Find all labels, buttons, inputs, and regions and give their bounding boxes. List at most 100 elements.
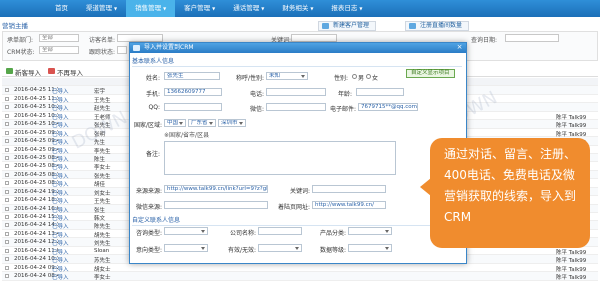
- row-checkbox[interactable]: [5, 274, 9, 279]
- site-input[interactable]: http://www.talk99.cn/: [312, 201, 386, 209]
- row-checkbox[interactable]: [5, 96, 9, 101]
- custom-select-5[interactable]: [258, 244, 302, 252]
- gender-male-radio[interactable]: [352, 74, 357, 79]
- row-checkbox[interactable]: [5, 265, 9, 270]
- custom-label-5: 有效/无效:: [227, 247, 256, 254]
- chevron-down-icon: ▼: [261, 6, 265, 11]
- nav-item-6[interactable]: 报表日志 ▼: [322, 0, 371, 17]
- row-checkbox[interactable]: [5, 164, 9, 169]
- mobile-input[interactable]: 13662609777: [164, 88, 222, 96]
- visitor-input[interactable]: [117, 34, 163, 42]
- nav-item-1[interactable]: 渠道管理 ▼: [77, 0, 126, 17]
- nav-item-2[interactable]: 销售管理 ▼: [126, 0, 176, 17]
- region-hint: ※国家/省市/区县: [164, 132, 210, 139]
- row-checkbox[interactable]: [5, 113, 9, 118]
- row-checkbox[interactable]: [5, 248, 9, 253]
- age-input[interactable]: [356, 88, 404, 96]
- row-checkbox[interactable]: [5, 215, 9, 219]
- city-select[interactable]: 深圳市: [218, 119, 246, 127]
- row-checkbox[interactable]: [5, 223, 9, 228]
- nav-item-label: 报表日志: [331, 4, 358, 12]
- not-import-button[interactable]: 不再导入: [48, 67, 83, 77]
- cell-r3: 陈平 Talk99: [556, 275, 587, 282]
- qq-input[interactable]: [164, 103, 222, 111]
- row-checkbox[interactable]: [5, 231, 9, 236]
- search-label-crm: CRM状态:: [7, 49, 35, 56]
- row-checkbox[interactable]: [5, 257, 9, 262]
- custom-select-1[interactable]: [164, 227, 208, 235]
- row-checkbox[interactable]: [5, 105, 9, 110]
- nav-item-4[interactable]: 通话管理 ▼: [224, 0, 273, 17]
- custom-input-2[interactable]: [258, 227, 302, 235]
- dept-select[interactable]: 全部: [39, 34, 79, 42]
- callout-pointer: [420, 178, 431, 196]
- wechat-input[interactable]: [266, 103, 326, 111]
- country-select[interactable]: 中国: [164, 119, 186, 127]
- nav-item-5[interactable]: 财务相关 ▼: [273, 0, 322, 17]
- row-checkbox[interactable]: [5, 172, 9, 177]
- table-row[interactable]: 2016-04-24 09:2 已导入 胡女士 陈平 Talk99: [2, 264, 598, 273]
- nav-item-label: 通话管理: [233, 4, 260, 12]
- row-checkbox[interactable]: [5, 155, 9, 160]
- nav-item-label: 首页: [55, 4, 68, 12]
- source-label: 来源来源:: [135, 188, 162, 195]
- track-status-select[interactable]: [117, 46, 127, 54]
- age-label: 年龄:: [337, 91, 352, 98]
- callout-text: 通过对话、留言、注册、400电话、免费电话及微营销获取的线索，导入到CRM: [444, 147, 577, 224]
- mobile-label: 手机:: [145, 91, 160, 98]
- source-input[interactable]: http://www.talk99.cn/link?url=9?z?gb0sj: [164, 185, 268, 193]
- custom-label-4: 意向类型:: [135, 247, 162, 254]
- wx-source-input[interactable]: [164, 201, 268, 209]
- row-checkbox[interactable]: [5, 139, 9, 144]
- name-input[interactable]: 张先生: [164, 72, 220, 80]
- nav-item-0[interactable]: 首页: [46, 0, 77, 17]
- phone-input[interactable]: [266, 88, 326, 96]
- cancel-icon: [48, 68, 55, 74]
- keyword-input[interactable]: [291, 34, 337, 42]
- note-textarea[interactable]: [164, 141, 396, 175]
- custom-display-button[interactable]: 自定义显示项目: [406, 69, 455, 78]
- add-icon: [322, 23, 329, 29]
- nick-select[interactable]: 未知: [266, 72, 308, 80]
- date-input[interactable]: [505, 34, 559, 42]
- nick-label: 称呼/性别:: [235, 75, 264, 82]
- register-icon: [409, 23, 416, 29]
- nav-item-3[interactable]: 客户管理 ▼: [175, 0, 224, 17]
- feature-callout: 通过对话、留言、注册、400电话、免费电话及微营销获取的线索，导入到CRM: [420, 138, 590, 248]
- cell-name: Sloan: [94, 247, 110, 254]
- row-checkbox[interactable]: [5, 181, 9, 186]
- custom-select-4[interactable]: [164, 244, 208, 252]
- new-customer-button[interactable]: 新建客户管理: [318, 21, 377, 31]
- row-checkbox[interactable]: [5, 130, 9, 135]
- crm-status-select[interactable]: 全部: [39, 46, 79, 54]
- row-checkbox[interactable]: [5, 198, 9, 203]
- row-checkbox[interactable]: [5, 206, 9, 211]
- nav-item-label: 客户管理: [184, 4, 211, 12]
- search-label-track: 跟踪状态:: [89, 49, 116, 56]
- custom-label-6: 数据等级:: [319, 247, 346, 254]
- gender-female-radio[interactable]: [366, 74, 371, 79]
- chevron-down-icon: ▼: [359, 6, 363, 11]
- custom-select-6[interactable]: [348, 244, 392, 252]
- import-button[interactable]: 新客导入: [6, 67, 41, 77]
- dialog-icon: [133, 45, 140, 51]
- keyword-input[interactable]: [312, 185, 386, 193]
- row-checkbox[interactable]: [5, 88, 9, 93]
- close-icon[interactable]: ×: [456, 44, 463, 51]
- row-checkbox[interactable]: [5, 147, 9, 152]
- province-select[interactable]: 广东省: [188, 119, 216, 127]
- import-icon: [6, 68, 13, 74]
- new-customer-label: 新建客户管理: [333, 22, 370, 29]
- custom-select-3[interactable]: [348, 227, 392, 235]
- cell-src[interactable]: 已导入: [52, 273, 90, 281]
- chevron-down-icon: ▼: [212, 6, 216, 11]
- table-row[interactable]: 2016-04-24 08:4 已导入 李女士 陈平 Talk99: [2, 272, 598, 282]
- row-checkbox[interactable]: [5, 240, 9, 245]
- wechat-label: 微信:: [249, 106, 264, 113]
- row-checkbox[interactable]: [5, 122, 9, 127]
- email-input[interactable]: 7679715**@qq.com: [358, 103, 418, 111]
- search-label-date: 查询日期:: [471, 37, 498, 44]
- register-room-button[interactable]: 注册直播间数量: [405, 21, 470, 31]
- qq-label: QQ:: [148, 104, 160, 111]
- row-checkbox[interactable]: [5, 189, 9, 194]
